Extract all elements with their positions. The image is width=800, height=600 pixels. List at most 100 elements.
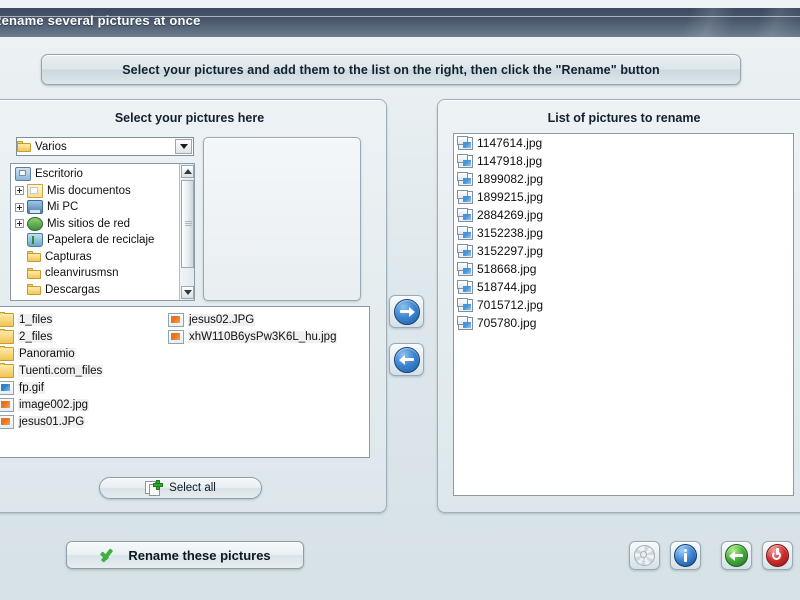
documents-icon [27,183,43,198]
chevron-down-icon[interactable] [175,139,192,154]
picture-file-icon [457,135,473,150]
tree-item[interactable]: Capturas [11,249,178,266]
select-all-icon [145,479,164,496]
tree-item[interactable]: Descargas [11,282,178,299]
rename-list-item[interactable]: 1899215.jpg [454,188,793,206]
add-to-list-button[interactable] [389,295,424,328]
scroll-up-icon[interactable] [181,165,194,178]
tree-item-label: Escritorio [35,168,83,181]
info-icon [674,544,697,567]
rename-button-label: Rename these pictures [128,547,271,563]
file-list-item[interactable]: image002.jpg [0,396,166,413]
remove-from-list-button[interactable] [389,343,424,376]
file-name: Panoramio [18,347,76,360]
rename-list-item[interactable]: 2884269.jpg [454,206,793,224]
picture-file-icon [457,171,473,186]
tree-item-label: Papelera de reciclaje [47,234,155,247]
right-panel-title: List of pictures to rename [547,111,701,125]
rename-list-item-label: 705780.jpg [477,316,537,330]
gif-file-icon [0,380,14,395]
expand-icon[interactable] [15,219,24,229]
tree-item[interactable]: cleanvirusmsn [11,265,178,282]
picture-file-icon [457,279,473,294]
rename-list-item[interactable]: 518668.jpg [454,260,793,278]
rename-list-item-label: 1147918.jpg [477,154,543,168]
expand-icon[interactable] [15,186,24,196]
back-button[interactable] [721,541,752,570]
rename-list-item[interactable]: 3152297.jpg [454,242,793,260]
picture-file-icon [457,153,473,168]
file-name: jesus01.JPG [18,415,86,428]
power-icon [766,544,789,567]
rename-list-item[interactable]: 1899082.jpg [454,170,793,188]
desktop-icon [15,167,31,182]
file-name: image002.jpg [18,398,90,411]
tree-item[interactable]: Mis sitios de red [11,216,178,233]
file-browser-list[interactable]: 1_files 2_files Panoramio Tuenti.com_files f… [0,306,370,458]
rename-list-item[interactable]: 7015712.jpg [454,296,793,314]
folder-dropdown-value: Varios [35,140,67,153]
file-list-item[interactable]: xhW110B6ysPw3K6L_hu.jpg [168,328,368,345]
file-list-item[interactable]: Panoramio [0,345,166,362]
left-panel-title: Select your pictures here [114,111,265,125]
exit-button[interactable] [762,541,793,570]
tree-item-label: Mis sitios de red [47,217,131,230]
select-all-button[interactable]: Select all [99,477,262,499]
picture-file-icon [457,297,473,312]
tree-item[interactable]: Papelera de reciclaje [11,232,178,249]
tree-scrollbar[interactable] [179,164,194,300]
file-list-item[interactable]: 1_files [0,311,166,328]
tree-item-label: cleanvirusmsn [45,267,119,280]
file-name: xhW110B6ysPw3K6L_hu.jpg [188,330,338,343]
jpg-file-icon [0,397,14,412]
settings-button[interactable] [629,541,660,570]
rename-list-item[interactable]: 705780.jpg [454,314,793,332]
rename-list-item-label: 518744.jpg [477,280,537,294]
expand-icon[interactable] [15,202,24,212]
rename-button[interactable]: Rename these pictures [66,541,304,569]
application-window: Rename several pictures at once Select y… [0,0,800,600]
jpg-file-icon [0,414,14,429]
file-list-item[interactable]: fp.gif [0,379,166,396]
file-name: 2_files [18,330,54,343]
jpg-file-icon [168,329,184,344]
info-button[interactable] [670,541,701,570]
picture-file-icon [457,207,473,222]
rename-list-item-label: 3152297.jpg [477,244,544,258]
file-list-item[interactable]: 2_files [0,328,166,345]
folder-icon [0,328,14,344]
scroll-down-icon[interactable] [181,286,194,299]
title-bar: Rename several pictures at once [0,8,800,37]
rename-list-item[interactable]: 1147918.jpg [454,152,793,170]
rename-list-item[interactable]: 518744.jpg [454,278,793,296]
folder-tree[interactable]: Escritorio Mis documentos Mi PC Mis sitios … [10,163,195,301]
folder-icon [27,251,41,263]
rename-list-item[interactable]: 3152238.jpg [454,224,793,242]
back-arrow-icon [725,544,748,567]
arrow-left-icon [393,346,420,373]
rename-list-item-label: 518668.jpg [477,262,537,276]
image-preview-box [203,137,361,301]
folder-icon [17,141,31,152]
tree-item[interactable]: Mis documentos [11,183,178,200]
select-all-label: Select all [169,482,216,494]
folder-icon [0,362,14,378]
instruction-text: Select your pictures and add them to the… [122,62,660,77]
gear-icon [634,545,655,566]
tree-item-label: Mi PC [47,201,79,214]
tree-item-label: Descargas [45,283,100,296]
rename-list-item[interactable]: 1147614.jpg [454,134,793,152]
window-title: Rename several pictures at once [0,13,201,28]
file-name: jesus02.JPG [188,313,256,326]
folder-dropdown[interactable]: Varios [16,137,194,156]
tree-item[interactable]: Mi PC [11,199,178,216]
pictures-to-rename-list[interactable]: 1147614.jpg 1147918.jpg 1899082.jpg 1899215… [453,133,794,496]
rename-list-item-label: 2884269.jpg [477,208,544,222]
tree-item[interactable]: Escritorio [11,166,178,183]
scrollbar-thumb[interactable] [181,180,194,268]
file-name: 1_files [18,313,54,326]
file-list-item[interactable]: jesus02.JPG [168,311,368,328]
rename-list-item-label: 3152238.jpg [477,226,544,240]
file-list-item[interactable]: jesus01.JPG [0,413,166,430]
file-list-item[interactable]: Tuenti.com_files [0,362,166,379]
